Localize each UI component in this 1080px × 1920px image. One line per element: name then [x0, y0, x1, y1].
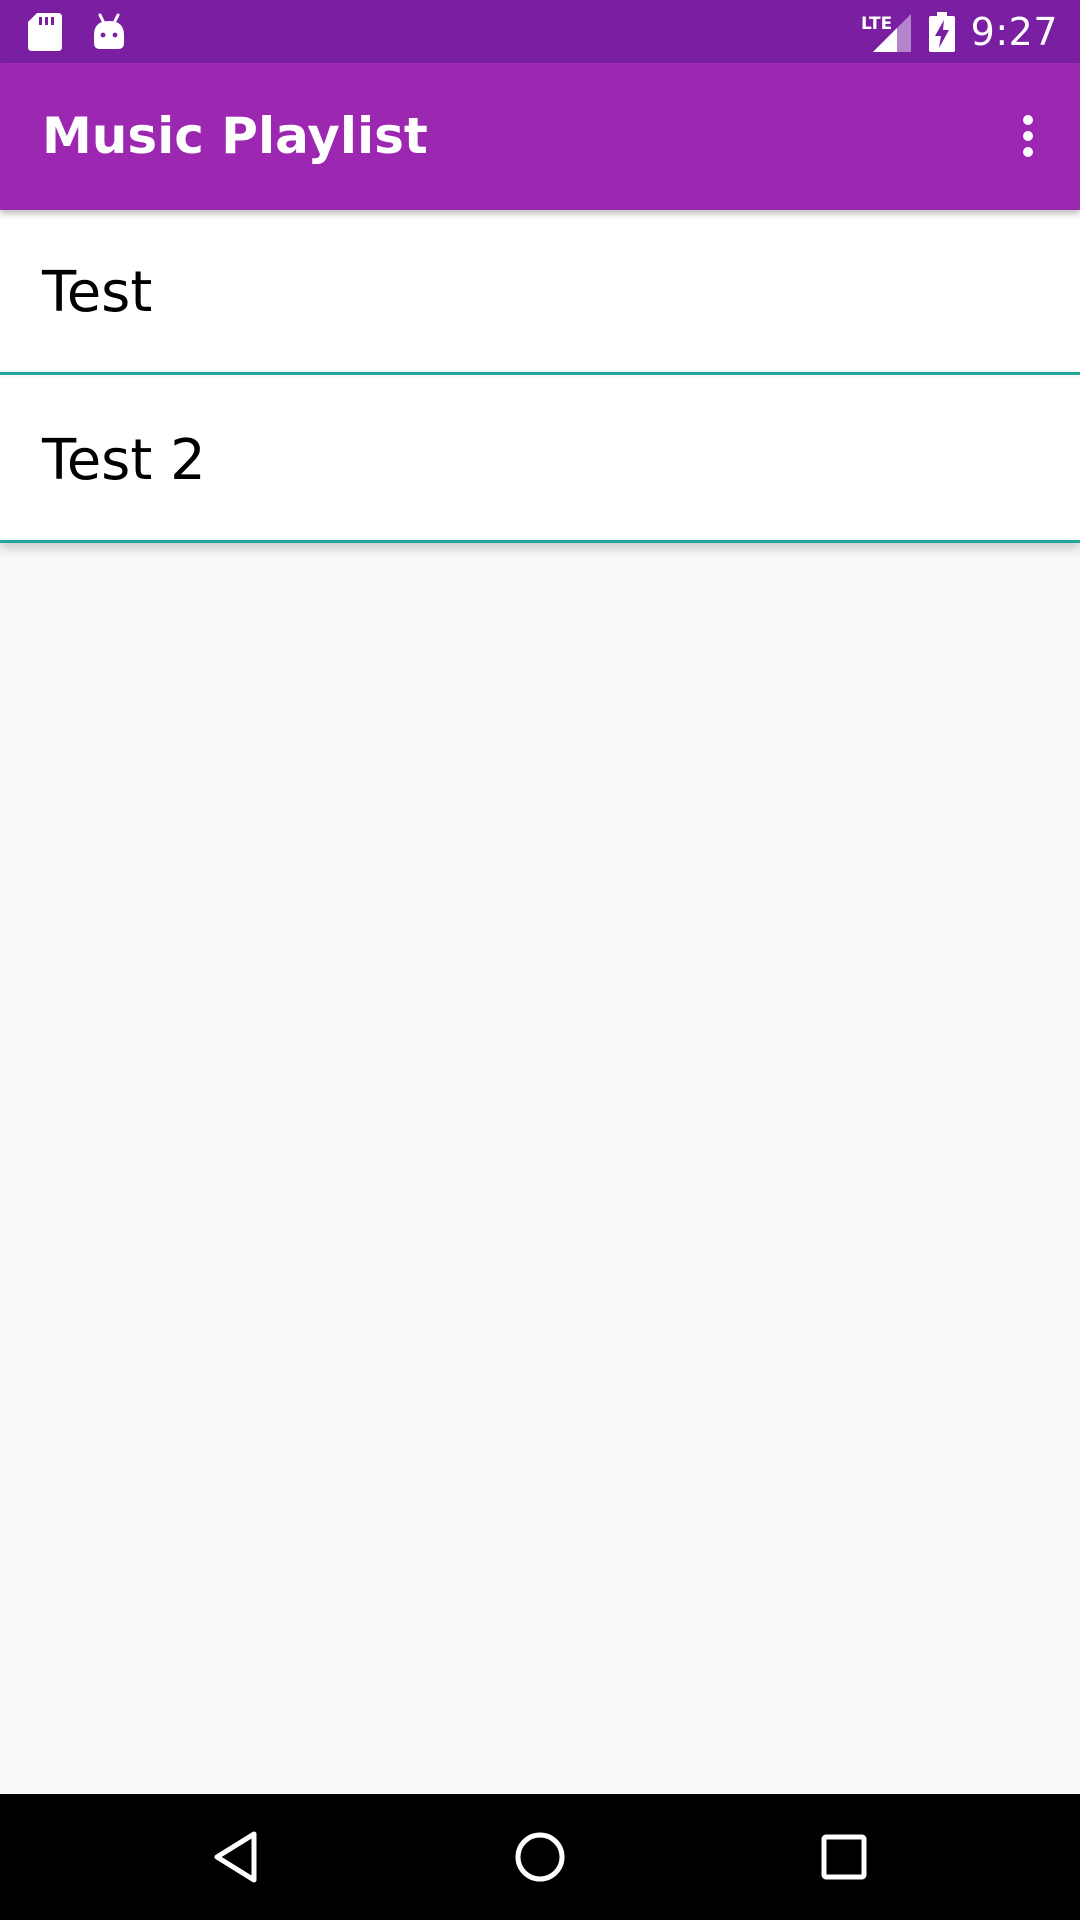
- status-notifications: [28, 8, 126, 56]
- battery-charging-icon: [928, 11, 955, 52]
- playlist-item-label: Test 2: [42, 428, 206, 493]
- app-title: Music Playlist: [42, 107, 428, 165]
- back-button[interactable]: [196, 1817, 276, 1897]
- back-icon: [212, 1830, 260, 1884]
- more-vert-icon[interactable]: [998, 106, 1058, 166]
- status-time: 9:27: [970, 9, 1058, 54]
- sd-card-icon: [28, 13, 62, 51]
- playlist: Test Test 2: [0, 210, 1080, 543]
- network-type-label: LTE: [861, 14, 892, 34]
- home-icon: [514, 1831, 566, 1883]
- android-debug-icon: [92, 13, 126, 51]
- playlist-item[interactable]: Test 2: [0, 378, 1080, 543]
- status-system-icons: LTE 9:27: [861, 0, 1058, 63]
- home-button[interactable]: [500, 1817, 580, 1897]
- status-bar: LTE 9:27: [0, 0, 1080, 63]
- recents-icon: [821, 1834, 867, 1880]
- lte-signal-icon: LTE: [861, 10, 913, 54]
- app-bar: Music Playlist: [0, 63, 1080, 210]
- navigation-bar: [0, 1794, 1080, 1920]
- playlist-item-label: Test: [42, 260, 153, 325]
- playlist-item[interactable]: Test: [0, 210, 1080, 375]
- recents-button[interactable]: [804, 1817, 884, 1897]
